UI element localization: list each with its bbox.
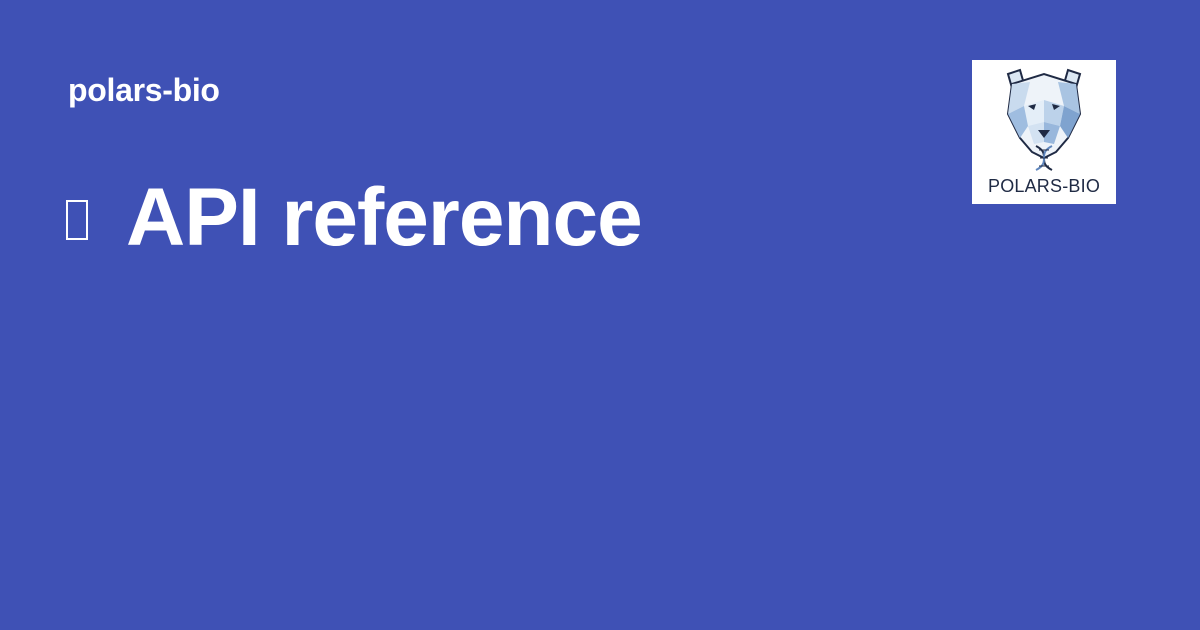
site-name: polars-bio bbox=[68, 72, 220, 108]
book-icon bbox=[66, 200, 88, 240]
page-title: API reference bbox=[66, 170, 643, 266]
page-title-text: API reference bbox=[126, 172, 643, 263]
logo: POLARS-BIO bbox=[972, 60, 1116, 204]
logo-text: POLARS-BIO bbox=[987, 176, 1101, 196]
